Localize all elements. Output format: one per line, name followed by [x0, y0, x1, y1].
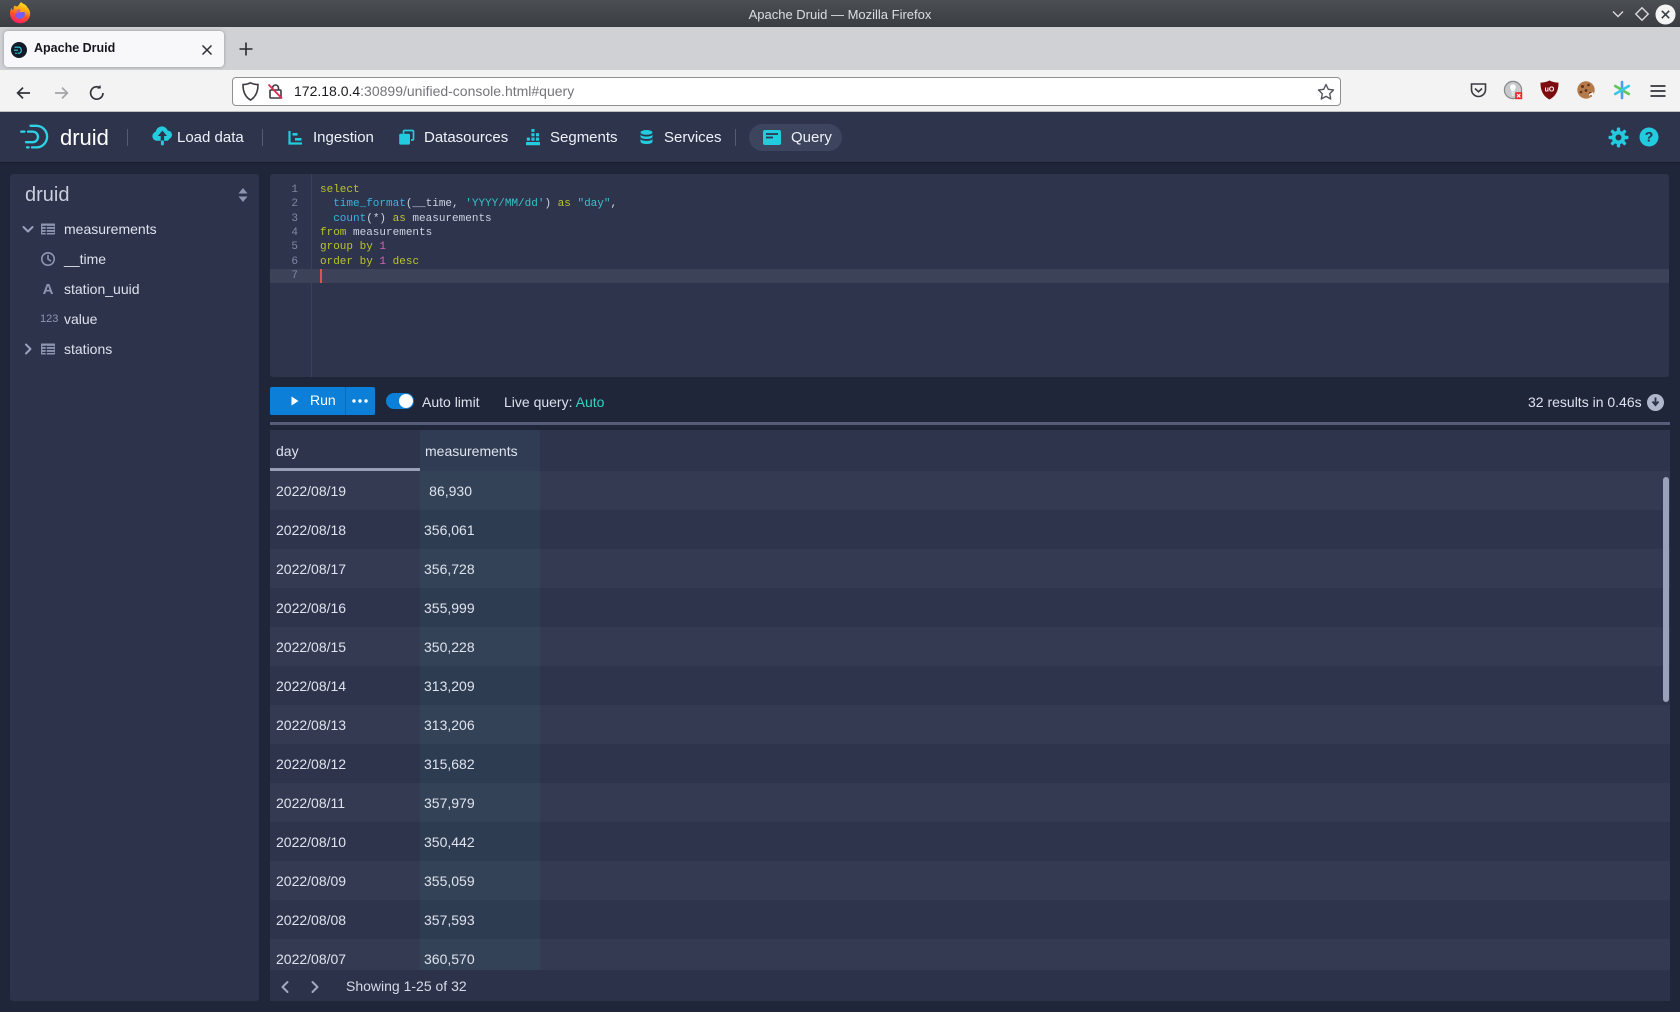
svg-text:?: ?: [1645, 129, 1654, 145]
svg-text:uO: uO: [1545, 87, 1555, 94]
